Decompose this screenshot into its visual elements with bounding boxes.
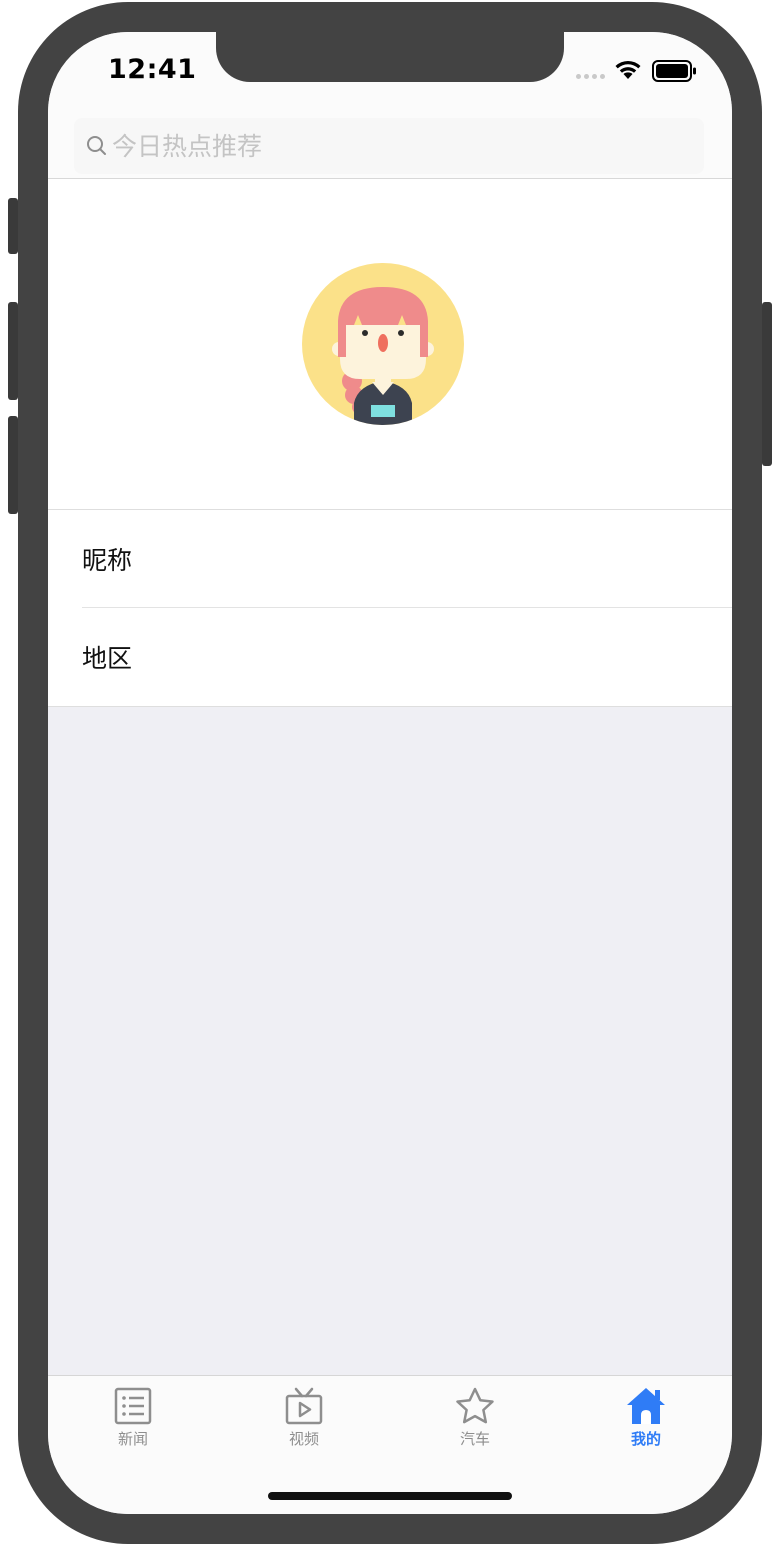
nickname-label: 昵称 (82, 546, 133, 575)
girl-avatar-icon[interactable] (302, 263, 464, 425)
home-icon (627, 1388, 665, 1424)
tv-play-icon (285, 1387, 323, 1425)
star-icon (456, 1387, 494, 1424)
region-row[interactable]: 地区 (48, 608, 732, 706)
profile-list: 昵称 地区 (48, 510, 732, 707)
tab-car[interactable]: 汽车 (415, 1386, 535, 1449)
tab-news[interactable]: 新闻 (73, 1386, 193, 1449)
wifi-icon (615, 60, 641, 79)
screen: 12:41 今日热点推荐 昵称 地区 新闻 视频 汽车 我的 (48, 32, 732, 1514)
nickname-row[interactable]: 昵称 (48, 510, 732, 608)
cellular-signal-icon (576, 74, 605, 79)
search-field[interactable] (74, 118, 704, 174)
battery-icon (652, 60, 696, 82)
home-indicator (268, 1492, 512, 1500)
tab-news-label: 新闻 (117, 1430, 148, 1448)
volume-down-button (8, 416, 18, 514)
mute-switch (8, 198, 18, 254)
tab-video[interactable]: 视频 (244, 1386, 364, 1449)
tab-car-label: 汽车 (459, 1430, 490, 1448)
list-icon (114, 1387, 152, 1425)
notch (216, 32, 564, 82)
profile-header (48, 179, 732, 510)
status-time: 12:41 (108, 54, 197, 85)
region-label: 地区 (82, 644, 133, 673)
volume-up-button (8, 302, 18, 400)
tab-me-label: 我的 (630, 1430, 661, 1448)
search-bar (48, 114, 732, 179)
search-input[interactable] (110, 130, 674, 162)
power-button (762, 302, 772, 466)
tab-me[interactable]: 我的 (586, 1386, 706, 1449)
tab-video-label: 视频 (288, 1430, 319, 1448)
search-icon (87, 136, 106, 155)
